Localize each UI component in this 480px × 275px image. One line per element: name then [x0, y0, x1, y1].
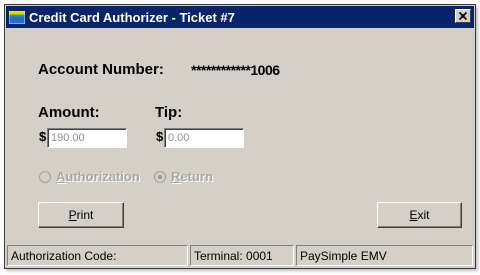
radio-return-label: Return — [171, 169, 213, 184]
radio-authorization-circle — [39, 170, 51, 183]
amount-currency: $ — [39, 129, 47, 144]
amount-label: Amount: — [38, 104, 100, 121]
radio-return[interactable]: Return — [154, 169, 213, 184]
close-button[interactable] — [455, 9, 471, 23]
exit-button-label: Exit — [409, 208, 430, 222]
status-processor: PaySimple EMV — [296, 245, 473, 266]
authorizer-window: Credit Card Authorizer - Ticket #7 Accou… — [4, 4, 476, 269]
status-bar: Authorization Code: Terminal: 0001 PaySi… — [7, 245, 473, 266]
account-number-value: ************1006 — [191, 62, 280, 78]
print-button-label: Print — [68, 208, 94, 222]
tip-label: Tip: — [155, 104, 183, 121]
radio-return-circle — [154, 170, 166, 183]
credit-card-icon — [8, 10, 26, 24]
status-authorization-code: Authorization Code: — [7, 245, 188, 266]
title-bar[interactable]: Credit Card Authorizer - Ticket #7 — [6, 6, 474, 28]
tip-currency: $ — [156, 129, 164, 144]
tip-field[interactable]: 0.00 — [164, 128, 244, 148]
close-icon — [458, 7, 468, 25]
exit-button[interactable]: Exit — [377, 202, 462, 228]
status-terminal: Terminal: 0001 — [190, 245, 294, 266]
account-number-label: Account Number: — [38, 61, 164, 78]
radio-authorization-label: Authorization — [56, 169, 140, 184]
print-button[interactable]: Print — [38, 202, 124, 228]
window-title: Credit Card Authorizer - Ticket #7 — [29, 9, 235, 25]
amount-field[interactable]: 190.00 — [47, 128, 127, 148]
radio-return-selected-dot — [158, 174, 162, 179]
radio-authorization[interactable]: Authorization — [39, 169, 140, 184]
